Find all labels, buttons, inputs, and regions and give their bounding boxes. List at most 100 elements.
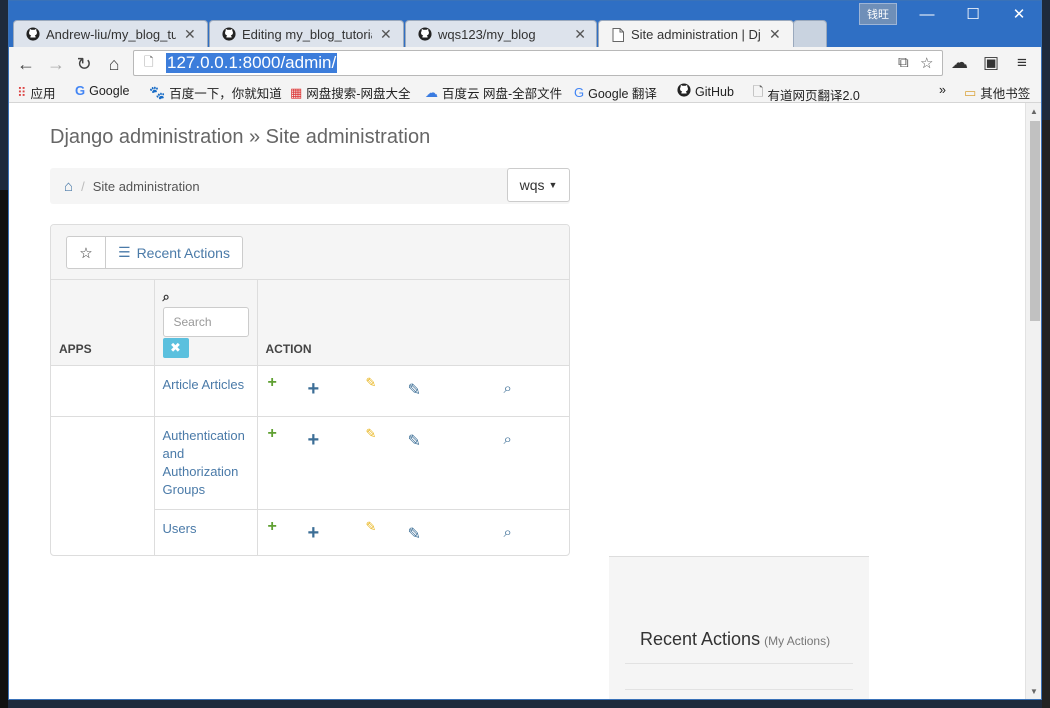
tab-andrew-liu[interactable]: Andrew-liu/my_blog_tutorial ✕	[13, 20, 208, 47]
user-name: wqs	[519, 177, 545, 193]
breadcrumb: ⌂ / Site administration	[50, 168, 570, 204]
tab-title: Andrew-liu/my_blog_tutorial	[46, 26, 176, 42]
search-icon[interactable]: ⌕	[504, 524, 512, 541]
add-icon[interactable]: +	[308, 429, 320, 452]
breadcrumb-separator: /	[81, 178, 85, 194]
scrollbar-thumb[interactable]	[1030, 121, 1040, 321]
recent-actions-subtitle: (My Actions)	[764, 634, 831, 648]
add-icon[interactable]: +	[268, 518, 277, 536]
profile-badge[interactable]: 钱旺	[859, 3, 897, 25]
tab-editing[interactable]: Editing my_blog_tutorial ✕	[209, 20, 404, 47]
bookmark-star-icon[interactable]: ☆	[920, 54, 933, 72]
close-icon[interactable]: ✕	[769, 26, 781, 43]
home-icon[interactable]: ⌂	[64, 178, 73, 195]
page-icon: 🗋	[753, 84, 764, 99]
bookmark-google[interactable]: G Google	[75, 83, 129, 98]
bookmark-netdisk[interactable]: ▦ 网盘搜索-网盘大全	[290, 83, 410, 102]
model-link-groups[interactable]: Authentication and Authorization Groups	[154, 416, 258, 510]
folder-icon: ▭	[964, 84, 977, 100]
tab-site-administration[interactable]: Site administration | Django ✕	[598, 20, 794, 48]
close-icon[interactable]: ✕	[380, 26, 392, 43]
star-icon[interactable]: ☆	[67, 237, 106, 268]
clear-search-button[interactable]: ✖	[162, 338, 189, 358]
page-info-icon[interactable]: 🗋	[144, 53, 158, 74]
search-icon[interactable]: ⌕	[504, 431, 512, 448]
action-cell: + + ✎ ✎ ⌕	[257, 365, 569, 417]
add-icon[interactable]: +	[268, 425, 277, 443]
home-icon[interactable]: ⌂	[103, 53, 125, 75]
tab-wqs123[interactable]: wqs123/my_blog ✕	[405, 20, 597, 47]
desktop-background-right	[1042, 120, 1050, 708]
baiduyun-icon: ☁	[425, 84, 438, 100]
panel-button-group: ☆ ☰ Recent Actions	[66, 236, 243, 269]
breadcrumb-current: Site administration	[92, 178, 200, 194]
table-row: Article Articles + + ✎ ✎ ⌕	[51, 365, 569, 417]
bookmark-baiduyun[interactable]: ☁ 百度云 网盘-全部文件	[425, 83, 562, 102]
list-icon: ☰	[118, 244, 131, 260]
bookmark-other[interactable]: ▭ 其他书签	[964, 83, 1030, 102]
divider	[625, 663, 853, 664]
close-icon[interactable]: ✕	[574, 26, 586, 43]
github-icon	[418, 27, 432, 41]
add-icon[interactable]: +	[268, 374, 277, 392]
forward-icon[interactable]: →	[45, 53, 67, 75]
cloud-icon[interactable]: ☁	[951, 53, 968, 73]
github-icon	[26, 27, 40, 41]
bookmark-overflow-chevron[interactable]: »	[939, 83, 946, 97]
menu-icon[interactable]: ≡	[1017, 53, 1027, 73]
tab-bar: Andrew-liu/my_blog_tutorial ✕ Editing my…	[9, 1, 1041, 48]
bookmark-youdao[interactable]: 🗋 有道网页翻译2.0	[753, 83, 860, 105]
table-row: Authentication and Authorization Groups …	[51, 416, 569, 555]
close-icon[interactable]: ✕	[184, 26, 196, 43]
bookmark-apps[interactable]: ⠿ 应用	[17, 83, 56, 102]
model-link-users[interactable]: Users	[154, 509, 258, 555]
scroll-down-icon[interactable]: ▼	[1030, 687, 1038, 696]
pencil-icon[interactable]: ✎	[408, 380, 421, 400]
github-icon	[677, 83, 691, 100]
recent-actions-button[interactable]: ☰ Recent Actions	[106, 237, 242, 268]
recent-actions-panel: Recent Actions (My Actions)	[609, 556, 869, 699]
page-scrollbar[interactable]: ▲ ▼	[1025, 103, 1041, 699]
page-content: Django administration » Site administrat…	[9, 103, 1025, 699]
pencil-icon[interactable]: ✎	[408, 524, 421, 544]
apps-panel: ☆ ☰ Recent Actions APPS ⌕ Search ✖ ACTIO…	[50, 224, 570, 556]
apps-grid-icon: ⠿	[17, 84, 27, 100]
back-icon[interactable]: ←	[15, 53, 37, 75]
add-icon[interactable]: +	[308, 522, 320, 545]
close-window-icon[interactable]: ✕	[1001, 5, 1037, 25]
browser-toolbar: ← → ↻ ⌂ 🗋 127.0.0.1:8000/admin/ ⧉ ☆ ☁ ▣ …	[9, 47, 1041, 80]
search-input[interactable]: Search	[162, 307, 249, 337]
minimize-icon[interactable]: —	[909, 5, 945, 25]
pencil-icon[interactable]: ✎	[408, 431, 421, 451]
baidu-icon: 🐾	[149, 84, 166, 100]
search-icon[interactable]: ⌕	[504, 380, 512, 397]
reload-icon[interactable]: ↻	[73, 53, 95, 75]
pencil-icon[interactable]: ✎	[366, 426, 377, 442]
google-icon: G	[75, 83, 86, 98]
pencil-icon[interactable]: ✎	[366, 519, 377, 535]
extension-icon[interactable]: ▣	[983, 53, 999, 73]
divider	[625, 689, 853, 690]
bookmark-baidu[interactable]: 🐾 百度一下，你就知道	[149, 83, 282, 102]
translate-icon[interactable]: ⧉	[898, 54, 909, 71]
caret-down-icon: ▼	[548, 180, 558, 190]
browser-window: Andrew-liu/my_blog_tutorial ✕ Editing my…	[8, 0, 1042, 700]
address-bar[interactable]: 🗋 127.0.0.1:8000/admin/ ⧉ ☆	[133, 50, 943, 76]
panel-header: ☆ ☰ Recent Actions	[51, 225, 569, 280]
table-header-row: APPS ⌕ Search ✖ ACTION	[51, 280, 569, 366]
github-icon	[222, 27, 236, 41]
maximize-icon[interactable]: ☐	[955, 5, 991, 25]
scroll-up-icon[interactable]: ▲	[1030, 107, 1038, 116]
new-tab-button[interactable]	[793, 20, 827, 47]
bookmark-github[interactable]: GitHub	[677, 83, 734, 100]
url-text[interactable]: 127.0.0.1:8000/admin/	[166, 53, 338, 73]
translate-icon: G	[574, 85, 585, 100]
app-cell	[51, 416, 155, 555]
filter-column-header: ⌕ Search ✖	[154, 280, 258, 366]
model-link-articles[interactable]: Article Articles	[154, 365, 258, 417]
tab-title: wqs123/my_blog	[438, 26, 536, 42]
pencil-icon[interactable]: ✎	[366, 375, 377, 391]
add-icon[interactable]: +	[308, 378, 320, 401]
bookmark-google-translate[interactable]: G Google 翻译	[574, 83, 657, 102]
user-menu-button[interactable]: wqs ▼	[507, 168, 570, 202]
